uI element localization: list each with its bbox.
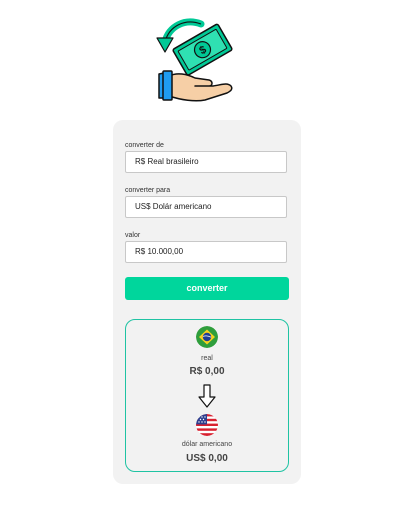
to-currency-value: US$ 0,00 [186,453,228,464]
conversion-result-panel: real R$ 0,00 dólar americano US$ 0,00 [125,319,289,472]
money-exchange-hand-icon: $ [156,18,233,102]
usa-flag-icon [196,414,218,436]
to-currency-select[interactable]: US$ Dolár americano [125,196,287,218]
from-currency-select[interactable]: R$ Real brasileiro [125,151,287,173]
arrow-down-icon [198,384,216,408]
to-currency-name: dólar americano [181,441,233,448]
converter-card: converter de R$ Real brasileiro converte… [113,120,301,484]
from-currency-label: converter de [125,142,164,149]
from-currency-value: R$ 0,00 [189,366,225,377]
converter-page: $ converter de R$ Real brasileiro conver… [0,0,416,511]
amount-input[interactable]: R$ 10.000,00 [125,241,287,263]
amount-label: valor [125,232,141,239]
from-currency-name: real [201,355,213,362]
brazil-flag-icon [196,326,218,348]
to-currency-label: converter para [125,187,171,194]
convert-button[interactable]: converter [125,277,289,300]
